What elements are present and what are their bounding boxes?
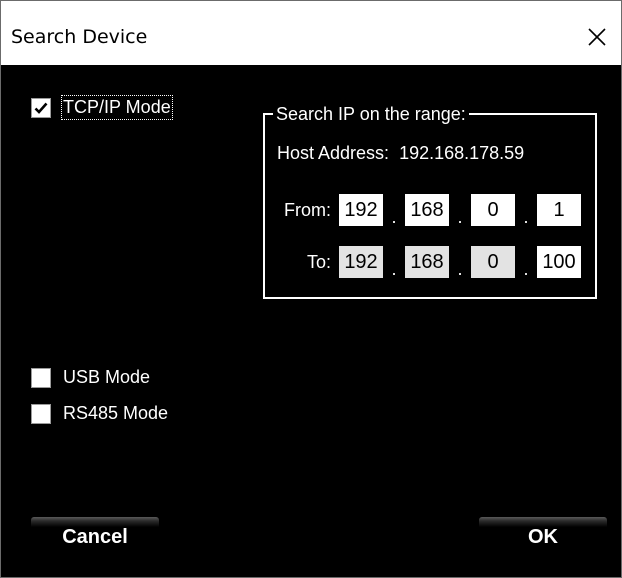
search-device-dialog: Search Device TCP/IP Mode Search IP on t…	[0, 0, 622, 578]
search-range-legend: Search IP on the range:	[273, 103, 469, 125]
title-bar: Search Device	[1, 1, 621, 65]
host-address-row: Host Address: 192.168.178.59	[277, 143, 524, 164]
host-address-label: Host Address:	[277, 143, 390, 163]
checkmark-icon	[34, 102, 48, 114]
rs485-mode-option[interactable]: RS485 Mode	[31, 403, 168, 424]
from-ip-octet-1[interactable]: 192	[339, 194, 383, 226]
from-ip-octet-4[interactable]: 1	[537, 194, 581, 226]
window-title: Search Device	[11, 26, 148, 48]
rs485-mode-checkbox[interactable]	[31, 403, 51, 424]
ok-button[interactable]: OK	[479, 517, 607, 557]
tcpip-mode-option[interactable]: TCP/IP Mode	[31, 95, 173, 120]
ip-separator: .	[391, 259, 397, 279]
usb-mode-option[interactable]: USB Mode	[31, 367, 150, 388]
from-label: From:	[284, 199, 331, 220]
usb-mode-checkbox[interactable]	[31, 367, 51, 388]
from-ip-octet-3[interactable]: 0	[471, 194, 515, 226]
to-label: To:	[306, 251, 331, 272]
to-ip-octet-4[interactable]: 100	[537, 246, 581, 278]
ip-separator: .	[457, 259, 463, 279]
to-ip-row: To: 192 . 168 . 0 . 100	[273, 246, 581, 279]
tcpip-mode-checkbox[interactable]	[31, 97, 51, 118]
close-button[interactable]	[581, 21, 613, 53]
rs485-mode-label: RS485 Mode	[63, 403, 169, 423]
close-icon	[588, 28, 606, 46]
usb-mode-label: USB Mode	[63, 367, 151, 387]
to-ip-octet-3: 0	[471, 246, 515, 278]
dialog-body: TCP/IP Mode Search IP on the range: Host…	[9, 65, 613, 569]
search-range-group: Search IP on the range: Host Address: 192…	[263, 103, 597, 299]
to-ip-octet-1: 192	[339, 246, 383, 278]
cancel-button[interactable]: Cancel	[31, 517, 159, 557]
ip-separator: .	[523, 259, 529, 279]
from-ip-octet-2[interactable]: 168	[405, 194, 449, 226]
tcpip-mode-label: TCP/IP Mode	[61, 95, 173, 120]
from-ip-row: From: 192 . 168 . 0 . 1	[273, 194, 581, 227]
to-ip-octet-2: 168	[405, 246, 449, 278]
host-address-value: 192.168.178.59	[399, 143, 525, 163]
ip-separator: .	[391, 207, 397, 227]
ip-separator: .	[523, 207, 529, 227]
ip-separator: .	[457, 207, 463, 227]
